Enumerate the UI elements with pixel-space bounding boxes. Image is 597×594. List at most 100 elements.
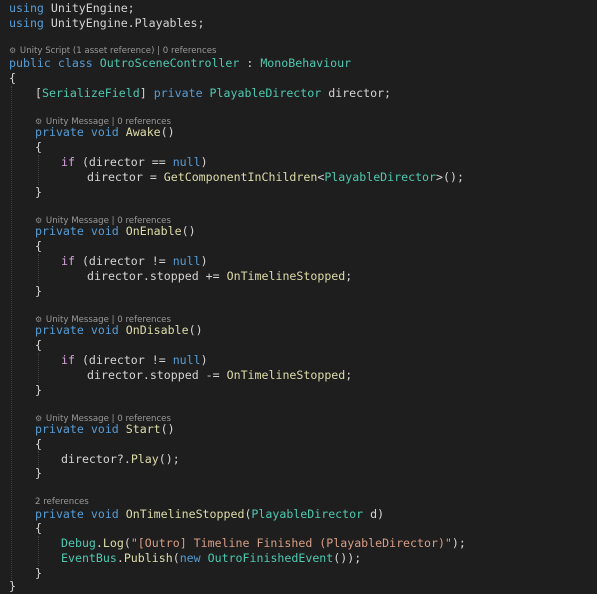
code-line-brace: { — [35, 140, 597, 155]
bracket: [ — [35, 86, 42, 100]
method-name: Awake — [125, 125, 161, 139]
statement-end: ; — [345, 368, 353, 382]
code-line-onenable-if: if (director != null) — [61, 254, 597, 269]
keyword-private: private — [35, 323, 84, 337]
code-line-awake-decl: private void Awake() — [35, 125, 597, 140]
code-line-brace: } — [35, 383, 597, 398]
code-line-using-2: using UnityEngine.Playables; — [9, 16, 597, 31]
brace: } — [9, 579, 16, 593]
brace: { — [35, 239, 42, 253]
statement-end: >(); — [436, 170, 464, 184]
paren: ( — [172, 551, 180, 565]
keyword-private: private — [35, 224, 84, 238]
code-line-field: [SerializeField] private PlayableDirecto… — [35, 86, 597, 101]
code-editor[interactable]: using UnityEngine; using UnityEngine.Pla… — [0, 0, 597, 594]
method-call: Play — [130, 452, 159, 466]
brace: } — [35, 383, 42, 397]
method-name: OnEnable — [125, 224, 182, 238]
method-params: () — [188, 323, 203, 337]
class-reference: EventBus — [61, 551, 117, 565]
keyword-void: void — [90, 224, 119, 238]
keyword-void: void — [90, 323, 119, 337]
method-params: () — [160, 422, 175, 436]
keyword-null: null — [172, 353, 201, 367]
brace: { — [35, 140, 42, 154]
code-line-onenable-decl: private void OnEnable() — [35, 224, 597, 239]
keyword-private: private — [35, 422, 84, 436]
bracket: ] — [139, 86, 147, 100]
keyword-null: null — [172, 155, 201, 169]
keyword-new: new — [179, 551, 201, 565]
keyword-if: if — [61, 353, 75, 367]
attribute-name: SerializeField — [41, 86, 140, 100]
keyword-using: using — [9, 1, 44, 15]
code-line-eventbus-publish: EventBus.Publish(new OutroFinishedEvent(… — [61, 551, 597, 566]
method-call: Publish — [123, 551, 173, 565]
base-class-name: MonoBehaviour — [260, 56, 352, 70]
code-line-ondisable-if: if (director != null) — [61, 353, 597, 368]
brace: { — [35, 338, 42, 352]
code-line-brace: } — [35, 284, 597, 299]
code-line-start-play: director?.Play(); — [61, 452, 597, 467]
brace: } — [35, 185, 42, 199]
code-line-start-decl: private void Start() — [35, 422, 597, 437]
dot: . — [116, 551, 124, 565]
statement-text: director.stopped -= — [87, 368, 227, 382]
keyword-private: private — [35, 507, 84, 521]
condition-text: (director != — [74, 254, 173, 268]
keyword-void: void — [90, 422, 119, 436]
brace: { — [35, 437, 42, 451]
code-line-brace: { — [35, 239, 597, 254]
indent-guide-start — [38, 451, 39, 467]
code-line-awake-assign: director = GetComponentInChildren<Playab… — [87, 170, 597, 185]
code-line-ondisable-unsubscribe: director.stopped -= OnTimelineStopped; — [87, 368, 597, 383]
namespace-text: UnityEngine; — [50, 1, 135, 15]
method-call: GetComponentInChildren — [163, 170, 318, 184]
keyword-using: using — [9, 16, 44, 30]
param-name: d) — [363, 507, 385, 521]
class-name: OutroSceneController — [99, 56, 240, 70]
code-line-brace: { — [35, 521, 597, 536]
generic-type: PlayableDirector — [324, 170, 437, 184]
indent-guide-ontimelinestopped — [38, 536, 39, 566]
codelens-text[interactable]: 2 references — [35, 497, 89, 507]
keyword-private: private — [35, 125, 84, 139]
code-line-brace: { — [35, 437, 597, 452]
method-name: Start — [125, 422, 161, 436]
keyword-if: if — [61, 155, 75, 169]
class-reference: Debug — [61, 536, 96, 550]
brace: { — [9, 71, 16, 85]
indent-guide-awake — [38, 155, 39, 185]
code-line-awake-if: if (director == null) — [61, 155, 597, 170]
method-reference: OnTimelineStopped — [226, 368, 346, 382]
code-line-ondisable-decl: private void OnDisable() — [35, 323, 597, 338]
code-line-class-decl: public class OutroSceneController : Mono… — [9, 56, 597, 71]
condition-text: (director == — [74, 155, 173, 169]
code-line-brace: { — [35, 338, 597, 353]
codelens-text[interactable]: Unity Script (1 asset reference) | 0 ref… — [20, 46, 217, 56]
code-line-class-open-brace: { — [9, 71, 597, 86]
statement-end: ()); — [333, 551, 362, 565]
method-reference: OnTimelineStopped — [226, 269, 346, 283]
condition-close: ) — [200, 155, 208, 169]
statement-text: director?. — [61, 452, 131, 466]
paren: ( — [123, 536, 131, 550]
class-reference: OutroFinishedEvent — [207, 551, 334, 565]
dot: . — [95, 536, 103, 550]
method-name: OnDisable — [125, 323, 189, 337]
statement-end: ; — [345, 269, 353, 283]
statement-end: (); — [158, 452, 180, 466]
field-type: PlayableDirector — [209, 86, 322, 100]
condition-text: (director != — [74, 353, 173, 367]
code-line-debug-log: Debug.Log("[Outro] Timeline Finished (Pl… — [61, 536, 597, 551]
code-line-ontimelinestopped-decl: private void OnTimelineStopped(PlayableD… — [35, 507, 597, 522]
indent-guide-class — [11, 86, 12, 584]
codelens-class[interactable]: ⚙ Unity Script (1 asset reference) | 0 r… — [9, 45, 597, 56]
code-line-using-1: using UnityEngine; — [9, 1, 597, 16]
code-line-brace: } — [35, 466, 597, 481]
keyword-class: class — [57, 56, 93, 70]
keyword-void: void — [90, 125, 119, 139]
statement-text: director = — [87, 170, 164, 184]
statement-end: ); — [451, 536, 466, 550]
method-params: () — [160, 125, 175, 139]
